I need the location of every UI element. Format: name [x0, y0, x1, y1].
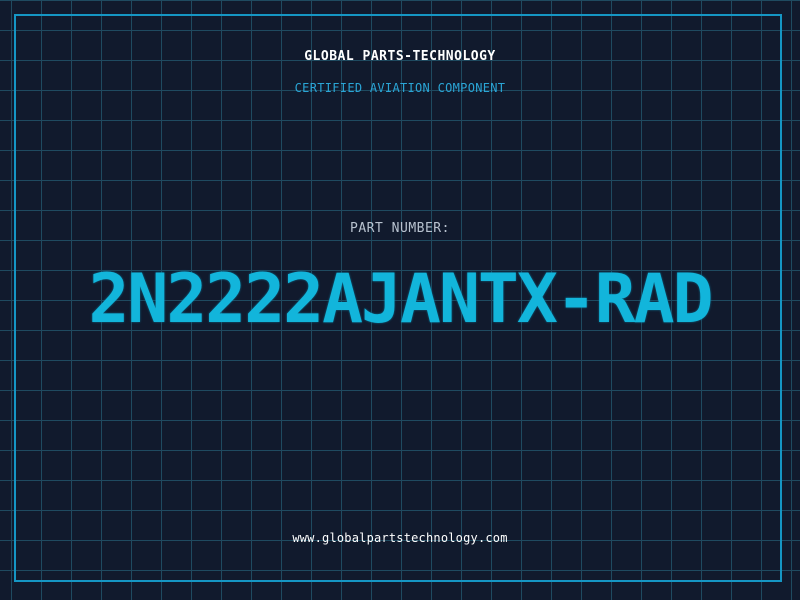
company-name: GLOBAL PARTS-TECHNOLOGY — [304, 49, 496, 64]
certification-subtitle: CERTIFIED AVIATION COMPONENT — [294, 81, 506, 95]
part-number-label: PART NUMBER: — [350, 221, 450, 236]
part-number-value: 2N2222AJANTX-RAD — [88, 260, 713, 339]
blueprint-canvas: GLOBAL PARTS-TECHNOLOGY CERTIFIED AVIATI… — [0, 0, 800, 600]
website-url: www.globalpartstechnology.com — [292, 531, 508, 545]
